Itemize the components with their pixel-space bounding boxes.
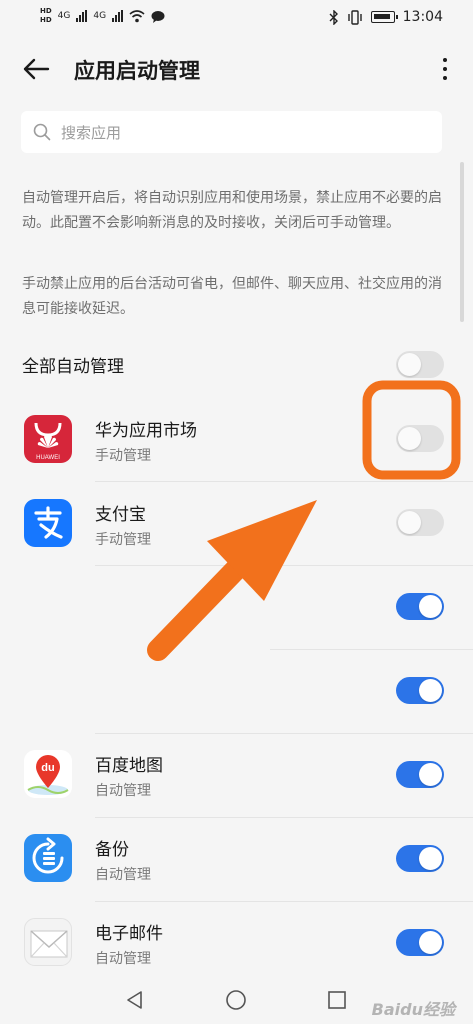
network-type-1: 4G xyxy=(57,11,71,21)
scrollbar[interactable] xyxy=(460,162,464,322)
app-toggle-email[interactable] xyxy=(396,929,444,956)
arrow-annotation xyxy=(147,500,317,661)
status-left: HD HD 4G 4G xyxy=(40,7,165,25)
divider xyxy=(95,733,473,734)
wifi-icon xyxy=(129,9,145,22)
back-button[interactable] xyxy=(20,54,52,84)
description-paragraph-2: 手动禁止应用的后台活动可省电，但邮件、聊天应用、社交应用的消息可能接收延迟。 xyxy=(22,276,442,317)
circle-home-icon xyxy=(226,990,246,1010)
status-bar: HD HD 4G 4G 13:04 xyxy=(0,0,473,38)
email-icon xyxy=(24,918,72,966)
arrow-left-icon xyxy=(23,58,50,80)
nav-home-button[interactable] xyxy=(224,988,248,1012)
app-status: 自动管理 xyxy=(95,951,151,967)
divider xyxy=(95,901,473,902)
signal-icon-2 xyxy=(112,10,124,22)
app-name: 支付宝 xyxy=(95,505,146,525)
header: 应用启动管理 xyxy=(0,38,473,100)
divider xyxy=(95,565,473,566)
app-name: 备份 xyxy=(95,840,129,860)
network-type-2: 4G xyxy=(93,11,107,21)
vibrate-icon xyxy=(347,9,362,25)
divider xyxy=(95,481,473,482)
app-toggle-row-4[interactable] xyxy=(396,677,444,704)
more-options-button[interactable] xyxy=(435,54,455,84)
divider xyxy=(270,649,473,650)
status-time: 13:04 xyxy=(402,9,443,25)
app-name: 百度地图 xyxy=(95,756,163,776)
bluetooth-icon xyxy=(329,9,338,25)
hd-icon: HD HD xyxy=(40,7,52,25)
hd-label-1: HD xyxy=(40,7,52,15)
chat-icon xyxy=(151,10,165,23)
search-input[interactable]: 搜索应用 xyxy=(21,111,442,153)
square-recents-icon xyxy=(328,991,346,1009)
huawei-appgallery-icon: HUAWEI xyxy=(24,415,72,463)
more-vertical-icon xyxy=(443,58,447,62)
baidu-icon-label: du xyxy=(41,762,54,774)
app-toggle-row-3[interactable] xyxy=(396,593,444,620)
nav-recents-button[interactable] xyxy=(325,988,349,1012)
page-title: 应用启动管理 xyxy=(74,59,200,83)
watermark: Baidu经验 xyxy=(371,1000,455,1019)
app-toggle-backup[interactable] xyxy=(396,845,444,872)
baidu-map-icon: du xyxy=(24,750,72,798)
backup-icon xyxy=(24,834,72,882)
triangle-back-icon xyxy=(127,991,142,1009)
app-status: 手动管理 xyxy=(95,448,151,464)
status-right: 13:04 xyxy=(329,9,443,25)
app-name: 电子邮件 xyxy=(95,924,163,944)
app-status: 手动管理 xyxy=(95,532,151,548)
search-placeholder: 搜索应用 xyxy=(61,123,122,142)
signal-icon xyxy=(76,10,88,22)
app-status: 自动管理 xyxy=(95,867,151,883)
hd-label-2: HD xyxy=(40,16,52,24)
huawei-icon-label: HUAWEI xyxy=(36,455,60,461)
app-name: 华为应用市场 xyxy=(95,421,197,441)
all-auto-label: 全部自动管理 xyxy=(22,357,124,377)
app-toggle-alipay[interactable] xyxy=(396,509,444,536)
divider xyxy=(95,817,473,818)
search-icon xyxy=(33,123,51,141)
all-auto-toggle[interactable] xyxy=(396,351,444,378)
app-toggle-baidu-map[interactable] xyxy=(396,761,444,788)
app-status: 自动管理 xyxy=(95,783,151,799)
battery-icon xyxy=(370,11,398,23)
description-paragraph-1: 自动管理开启后，将自动识别应用和使用场景，禁止应用不必要的启动。此配置不会影响新… xyxy=(22,190,442,231)
alipay-icon xyxy=(24,499,72,547)
nav-back-button[interactable] xyxy=(123,988,147,1012)
app-toggle-huawei-appgallery[interactable] xyxy=(396,425,444,452)
